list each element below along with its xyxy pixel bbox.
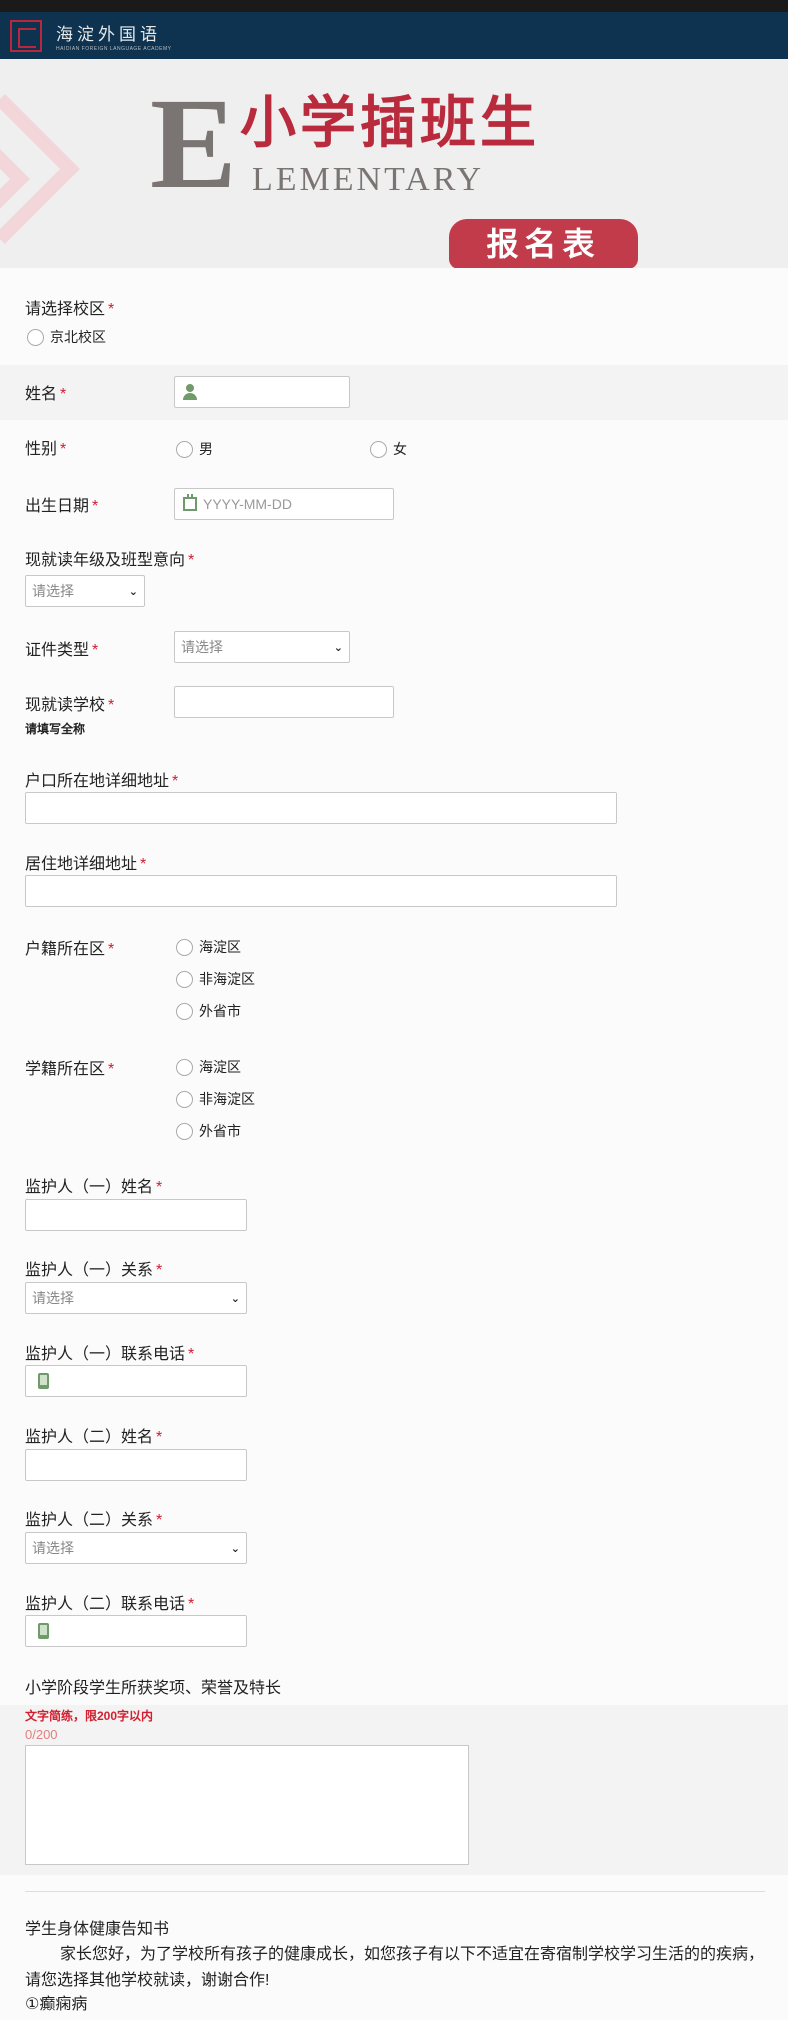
hukou-address-input[interactable] xyxy=(25,792,617,824)
banner: E 小学插班生 LEMENTARY 报名表 xyxy=(0,59,788,268)
banner-title-cn: 小学插班生 xyxy=(240,90,540,156)
name-label: 姓名 * xyxy=(25,386,67,403)
guardian1-relation-select[interactable]: 请选择 ⌄ xyxy=(25,1282,247,1314)
banner-decoration-icon xyxy=(0,94,80,244)
radio-circle[interactable] xyxy=(176,938,193,956)
health-notice-title: 学生身体健康告知书 xyxy=(25,1921,170,1938)
gender-option-male[interactable]: 男 xyxy=(176,439,213,459)
residence-address-input[interactable] xyxy=(25,875,617,907)
chevron-down-icon: ⌄ xyxy=(230,1292,240,1305)
gender-label: 性别 * xyxy=(25,441,67,458)
section-divider xyxy=(25,1891,765,1892)
calendar-icon xyxy=(183,494,197,511)
campus-label: 请选择校区 * xyxy=(25,301,115,318)
school-district-option-non-haidian[interactable]: 非海淀区 xyxy=(176,1089,255,1109)
hukou-district-label: 户籍所在区 * xyxy=(25,941,115,958)
hukou-district-option-other-province[interactable]: 外省市 xyxy=(176,1001,241,1021)
radio-circle[interactable] xyxy=(176,440,193,458)
school-input[interactable] xyxy=(174,686,394,718)
site-header: 海淀外国语 HAIDIAN FOREIGN LANGUAGE ACADEMY xyxy=(0,12,788,59)
gender-option-female[interactable]: 女 xyxy=(370,439,407,459)
banner-big-letter: E xyxy=(150,72,237,216)
id-type-label: 证件类型 * xyxy=(25,642,99,659)
hukou-district-option-haidian[interactable]: 海淀区 xyxy=(176,937,241,957)
banner-badge: 报名表 xyxy=(449,219,638,268)
guardian2-relation-label: 监护人（二）关系 * xyxy=(25,1512,163,1529)
phone-icon xyxy=(38,1623,49,1639)
radio-circle[interactable] xyxy=(176,1122,193,1140)
chevron-down-icon: ⌄ xyxy=(333,641,343,654)
school-district-option-other-province[interactable]: 外省市 xyxy=(176,1121,241,1141)
logo-cn: 海淀外国语 xyxy=(56,24,161,45)
school-label: 现就读学校 * xyxy=(25,697,115,714)
guardian1-name-label: 监护人（一）姓名 * xyxy=(25,1179,163,1196)
residence-address-label: 居住地详细地址 * xyxy=(25,856,147,873)
guardian1-phone-label: 监护人（一）联系电话 * xyxy=(25,1346,195,1363)
awards-hint: 文字简练，限200字以内 xyxy=(25,1709,154,1723)
logo-en: HAIDIAN FOREIGN LANGUAGE ACADEMY xyxy=(56,45,172,52)
hukou-district-option-non-haidian[interactable]: 非海淀区 xyxy=(176,969,255,989)
awards-label: 小学阶段学生所获奖项、荣誉及特长 xyxy=(25,1680,282,1697)
radio-circle[interactable] xyxy=(176,1058,193,1076)
radio-circle[interactable] xyxy=(27,328,44,346)
school-logo-icon[interactable] xyxy=(10,19,42,52)
awards-char-counter: 0/200 xyxy=(25,1727,58,1742)
chevron-down-icon: ⌄ xyxy=(128,585,138,598)
radio-circle[interactable] xyxy=(176,970,193,988)
school-district-option-haidian[interactable]: 海淀区 xyxy=(176,1057,241,1077)
id-type-select[interactable]: 请选择 ⌄ xyxy=(174,631,350,663)
person-icon xyxy=(183,384,197,400)
guardian1-phone-input[interactable] xyxy=(25,1365,247,1397)
radio-circle[interactable] xyxy=(176,1002,193,1020)
guardian2-phone-input[interactable] xyxy=(25,1615,247,1647)
grade-label: 现就读年级及班型意向 * xyxy=(25,552,195,569)
radio-circle[interactable] xyxy=(370,440,387,458)
chevron-down-icon: ⌄ xyxy=(230,1542,240,1555)
school-logo-text[interactable]: 海淀外国语 HAIDIAN FOREIGN LANGUAGE ACADEMY xyxy=(56,20,171,52)
health-notice-item: ①癫痫病 xyxy=(25,1996,88,2013)
awards-textarea[interactable] xyxy=(25,1745,469,1865)
hukou-address-label: 户口所在地详细地址 * xyxy=(25,773,179,790)
birthday-input[interactable]: YYYY-MM-DD xyxy=(174,488,394,520)
guardian2-phone-label: 监护人（二）联系电话 * xyxy=(25,1596,195,1613)
banner-title-en: LEMENTARY xyxy=(252,161,485,198)
guardian1-name-input[interactable] xyxy=(25,1199,247,1231)
name-input[interactable] xyxy=(174,376,350,408)
radio-circle[interactable] xyxy=(176,1090,193,1108)
guardian2-name-input[interactable] xyxy=(25,1449,247,1481)
guardian2-name-label: 监护人（二）姓名 * xyxy=(25,1429,163,1446)
school-hint: 请填写全称 xyxy=(25,722,86,736)
guardian1-relation-label: 监护人（一）关系 * xyxy=(25,1262,163,1279)
grade-select[interactable]: 请选择 ⌄ xyxy=(25,575,145,607)
health-notice-body: 家长您好，为了学校所有孩子的健康成长，如您孩子有以下不适宜在寄宿制学校学习生活的… xyxy=(25,1946,765,1989)
name-row-bg xyxy=(0,365,788,420)
guardian2-relation-select[interactable]: 请选择 ⌄ xyxy=(25,1532,247,1564)
birthday-label: 出生日期 * xyxy=(25,498,99,515)
school-district-label: 学籍所在区 * xyxy=(25,1061,115,1078)
campus-option-jingbei[interactable]: 京北校区 xyxy=(27,327,106,347)
top-strip xyxy=(0,0,788,12)
phone-icon xyxy=(38,1373,49,1389)
